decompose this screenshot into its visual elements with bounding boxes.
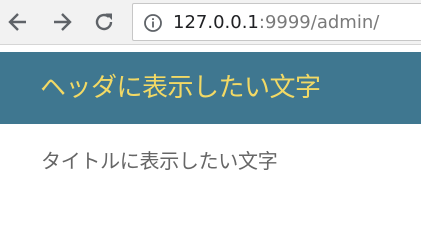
back-button[interactable] [4,8,32,36]
reload-icon [95,13,113,31]
url-text[interactable]: 127.0.0.1:9999/admin/ [173,11,379,35]
page-title: タイトルに表示したい文字 [41,149,278,173]
header-text: ヘッダに表示したい文字 [40,73,321,103]
arrow-left-icon [8,13,26,31]
forward-button[interactable] [48,8,76,36]
reload-button[interactable] [90,8,118,36]
arrow-right-icon [54,13,72,31]
url-host: 127.0.0.1 [173,12,259,33]
url-path: :9999/admin/ [258,12,380,33]
browser-toolbar: 127.0.0.1:9999/admin/ [0,0,421,45]
info-icon[interactable] [143,13,163,33]
address-bar[interactable]: 127.0.0.1:9999/admin/ [132,3,421,41]
site-header: ヘッダに表示したい文字 [0,52,421,124]
